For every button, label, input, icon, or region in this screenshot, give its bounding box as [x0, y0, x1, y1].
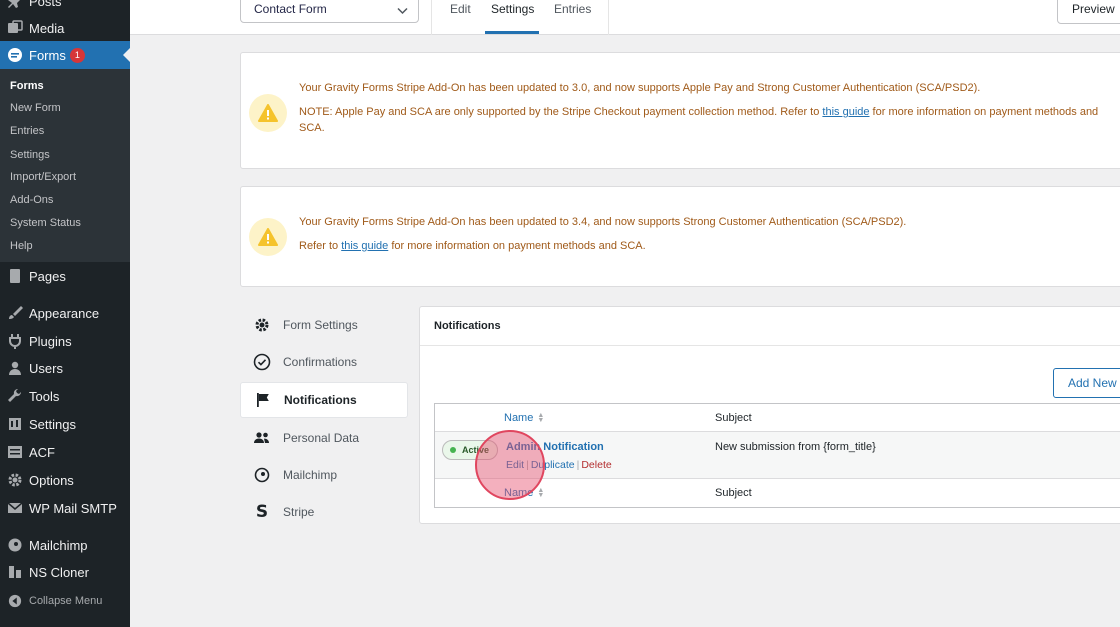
flag-icon	[254, 391, 272, 409]
notification-subject: New submission from {form_title}	[715, 441, 876, 453]
media-icon	[0, 20, 29, 36]
tab-settings[interactable]: Settings	[491, 2, 534, 16]
settings-nav-form-settings[interactable]: Form Settings	[240, 307, 408, 343]
forms-submenu: Forms New Form Entries Settings Import/E…	[0, 69, 130, 262]
menu-item-media[interactable]: Media	[0, 14, 130, 42]
menu-item-forms[interactable]: Forms 1	[0, 41, 130, 69]
settings-nav-notifications[interactable]: Notifications	[240, 382, 408, 418]
user-icon	[0, 360, 29, 376]
panel-title: Notifications	[434, 320, 501, 332]
delete-link[interactable]: Delete	[581, 459, 611, 471]
settings-nav-confirmations[interactable]: Confirmations	[240, 344, 408, 380]
name-column-header[interactable]: Name ▲ ▼	[504, 412, 544, 424]
tab-edit[interactable]: Edit	[450, 2, 471, 16]
form-toolbar: Contact Form Edit Settings Entries Previ…	[130, 0, 1120, 35]
current-menu-arrow	[123, 48, 130, 62]
this-guide-link[interactable]: this guide	[822, 106, 869, 118]
menu-item-posts[interactable]: Posts	[0, 0, 130, 15]
chevron-down-icon	[397, 4, 408, 18]
settings-nav-personal-data[interactable]: Personal Data	[240, 420, 408, 456]
cloner-icon	[0, 564, 29, 580]
table-header-row: Name ▲ ▼ Subject	[435, 404, 1120, 432]
menu-item-settings[interactable]: Settings	[0, 410, 130, 438]
plugin-icon	[0, 333, 29, 349]
active-dot-icon	[450, 447, 456, 453]
check-circle-icon	[253, 353, 271, 371]
forms-icon	[0, 47, 29, 63]
menu-item-tools[interactable]: Tools	[0, 382, 130, 410]
people-icon	[253, 429, 271, 447]
mailchimp-icon	[253, 466, 271, 484]
notice-message: Your Gravity Forms Stripe Add-On has bee…	[299, 82, 1099, 134]
brush-icon	[0, 305, 29, 321]
wrench-icon	[0, 388, 29, 404]
submenu-import-export[interactable]: Import/Export	[10, 171, 76, 183]
menu-item-appearance[interactable]: Appearance	[0, 299, 130, 327]
submenu-entries[interactable]: Entries	[10, 125, 44, 137]
menu-item-mailchimp[interactable]: Mailchimp	[0, 531, 130, 559]
mail-icon	[0, 500, 29, 516]
active-tab-indicator	[485, 31, 539, 34]
menu-item-options[interactable]: Options	[0, 466, 130, 494]
tab-entries[interactable]: Entries	[554, 2, 591, 16]
mailchimp-icon	[0, 537, 29, 553]
menu-item-ns-cloner[interactable]: NS Cloner	[0, 558, 130, 586]
stripe-notice-2: Your Gravity Forms Stripe Add-On has bee…	[240, 186, 1120, 287]
toolbar-divider	[608, 0, 609, 35]
subject-column-header: Subject	[715, 412, 752, 424]
submenu-add-ons[interactable]: Add-Ons	[10, 194, 53, 206]
stripe-icon: S	[255, 502, 269, 522]
menu-item-acf[interactable]: ACF	[0, 438, 130, 466]
sort-icon: ▲ ▼	[537, 412, 545, 425]
warning-icon	[249, 218, 287, 256]
submenu-system-status[interactable]: System Status	[10, 217, 81, 229]
submenu-forms[interactable]: Forms	[10, 80, 44, 92]
notice-message: Your Gravity Forms Stripe Add-On has bee…	[299, 216, 907, 252]
menu-item-wp-mail-smtp[interactable]: WP Mail SMTP	[0, 494, 130, 522]
gear-icon	[0, 472, 29, 488]
gear-icon	[253, 316, 271, 334]
settings-nav-mailchimp[interactable]: Mailchimp	[240, 457, 408, 493]
pages-icon	[0, 268, 29, 284]
submenu-help[interactable]: Help	[10, 240, 33, 252]
preview-button[interactable]: Preview	[1057, 0, 1120, 24]
stripe-notice-1: Your Gravity Forms Stripe Add-On has bee…	[240, 52, 1120, 169]
toolbar-divider	[431, 0, 432, 35]
form-switcher-select[interactable]: Contact Form	[240, 0, 419, 23]
panel-divider	[420, 345, 1120, 346]
collapse-menu-button[interactable]: Collapse Menu	[0, 587, 130, 615]
this-guide-link[interactable]: this guide	[341, 240, 388, 252]
click-highlight	[475, 430, 545, 500]
update-count-badge: 1	[69, 47, 85, 63]
menu-item-plugins[interactable]: Plugins	[0, 327, 130, 355]
pin-icon	[0, 0, 29, 9]
warning-icon	[249, 94, 287, 132]
acf-icon	[0, 444, 29, 460]
settings-nav-stripe[interactable]: S Stripe	[240, 494, 408, 530]
submenu-new-form[interactable]: New Form	[10, 102, 61, 114]
menu-item-pages[interactable]: Pages	[0, 262, 130, 290]
sort-icon: ▲ ▼	[537, 487, 545, 500]
submenu-settings[interactable]: Settings	[10, 149, 50, 161]
add-new-notification-button[interactable]: Add New	[1053, 368, 1120, 398]
subject-column-footer: Subject	[715, 487, 752, 499]
menu-item-users[interactable]: Users	[0, 354, 130, 382]
admin-sidebar: Posts Media Forms 1 Forms New Form Entri…	[0, 0, 130, 627]
settings-icon	[0, 416, 29, 432]
collapse-icon	[0, 594, 29, 608]
